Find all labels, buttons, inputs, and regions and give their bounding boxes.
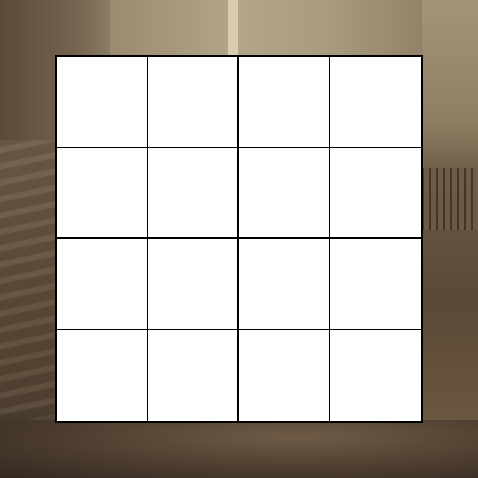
grid-cell-r1-c4[interactable] [330, 57, 421, 148]
grid-cell-r2-c3[interactable] [239, 148, 330, 239]
grid-cell-r1-c2[interactable] [148, 57, 239, 148]
grid-cell-r2-c4[interactable] [330, 148, 421, 239]
grid-cell-r4-c2[interactable] [148, 330, 239, 421]
puzzle-grid [55, 55, 423, 423]
background-wall-right [422, 0, 478, 478]
grid-cell-r4-c4[interactable] [330, 330, 421, 421]
grid-cell-r1-c1[interactable] [57, 57, 148, 148]
grid-cell-r3-c1[interactable] [57, 239, 148, 330]
grid-cell-r1-c3[interactable] [239, 57, 330, 148]
grid-cell-r3-c4[interactable] [330, 239, 421, 330]
grid-cell-r4-c3[interactable] [239, 330, 330, 421]
grid-cell-r3-c3[interactable] [239, 239, 330, 330]
grid-cell-r4-c1[interactable] [57, 330, 148, 421]
background-doorframe [228, 0, 238, 56]
background-vent [422, 168, 478, 230]
grid-cell-r2-c1[interactable] [57, 148, 148, 239]
background-wall-center [110, 0, 430, 60]
grid-cell-r2-c2[interactable] [148, 148, 239, 239]
grid-cell-r3-c2[interactable] [148, 239, 239, 330]
background-floor [0, 420, 478, 478]
